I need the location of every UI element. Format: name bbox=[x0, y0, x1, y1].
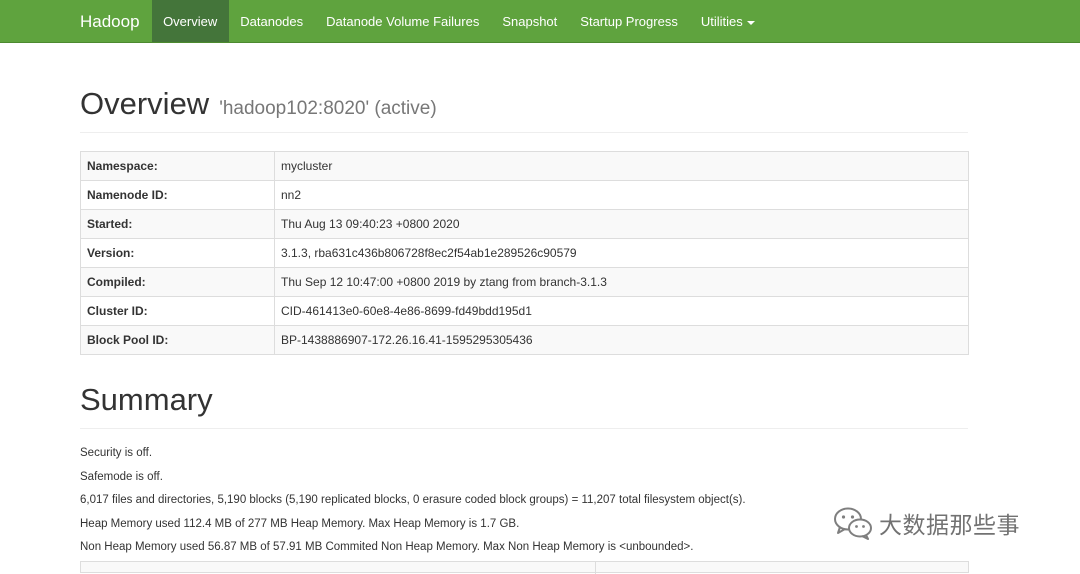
cluster-id-key: Cluster ID: bbox=[80, 296, 275, 326]
summary-header: Summary bbox=[80, 382, 968, 429]
nav-utilities-dropdown[interactable]: Utilities bbox=[689, 0, 766, 42]
table-row: Version: 3.1.3, rba631c436b806728f8ec2f5… bbox=[80, 238, 969, 268]
table-row: Cluster ID: CID-461413e0-60e8-4e86-8699-… bbox=[80, 296, 969, 326]
nav-datanode-volume-failures[interactable]: Datanode Volume Failures bbox=[315, 0, 491, 42]
started-key: Started: bbox=[80, 209, 275, 239]
overview-info-table: Namespace: mycluster Namenode ID: nn2 St… bbox=[80, 151, 969, 355]
nav-startup-progress[interactable]: Startup Progress bbox=[569, 0, 690, 42]
nav-items: Overview Datanodes Datanode Volume Failu… bbox=[151, 0, 767, 42]
table-row: Started: Thu Aug 13 09:40:23 +0800 2020 bbox=[80, 209, 969, 239]
summary-title: Summary bbox=[80, 382, 213, 417]
page-subtitle: 'hadoop102:8020' (active) bbox=[219, 98, 437, 119]
page-title-text: Overview bbox=[80, 86, 210, 121]
table-row: Namenode ID: nn2 bbox=[80, 180, 969, 210]
nav-utilities-label: Utilities bbox=[700, 14, 743, 29]
version-value: 3.1.3, rba631c436b806728f8ec2f54ab1e2895… bbox=[274, 238, 969, 268]
table-row: Block Pool ID: BP-1438886907-172.26.16.4… bbox=[80, 325, 969, 355]
nav-snapshot[interactable]: Snapshot bbox=[491, 0, 569, 42]
table-column-divider bbox=[595, 562, 596, 574]
version-key: Version: bbox=[80, 238, 275, 268]
summary-table bbox=[80, 561, 969, 574]
block-pool-id-key: Block Pool ID: bbox=[80, 325, 275, 355]
block-pool-id-value: BP-1438886907-172.26.16.41-1595295305436 bbox=[274, 325, 969, 355]
watermark-text: 大数据那些事 bbox=[879, 513, 1020, 539]
nav-overview[interactable]: Overview bbox=[151, 0, 229, 42]
navbar: Hadoop Overview Datanodes Datanode Volum… bbox=[0, 0, 1080, 43]
compiled-key: Compiled: bbox=[80, 267, 275, 297]
page-title: Overview 'hadoop102:8020' (active) bbox=[80, 86, 968, 122]
table-row: Namespace: mycluster bbox=[80, 151, 969, 181]
namespace-key: Namespace: bbox=[80, 151, 275, 181]
safemode-status: Safemode is off. bbox=[80, 470, 163, 483]
caret-down-icon bbox=[746, 20, 755, 25]
watermark: 大数据那些事 bbox=[833, 503, 1020, 543]
cluster-id-value: CID-461413e0-60e8-4e86-8699-fd49bdd195d1 bbox=[274, 296, 969, 326]
brand-link[interactable]: Hadoop bbox=[0, 0, 152, 42]
namenode-id-value: nn2 bbox=[274, 180, 969, 210]
compiled-value: Thu Sep 12 10:47:00 +0800 2019 by ztang … bbox=[274, 267, 969, 297]
nav-datanodes[interactable]: Datanodes bbox=[229, 0, 315, 42]
wechat-icon bbox=[834, 507, 872, 540]
overview-header: Overview 'hadoop102:8020' (active) bbox=[80, 86, 968, 133]
namespace-value: mycluster bbox=[274, 151, 969, 181]
table-row: Compiled: Thu Sep 12 10:47:00 +0800 2019… bbox=[80, 267, 969, 297]
security-status: Security is off. bbox=[80, 447, 153, 459]
started-value: Thu Aug 13 09:40:23 +0800 2020 bbox=[274, 209, 969, 239]
namenode-id-key: Namenode ID: bbox=[80, 180, 275, 210]
